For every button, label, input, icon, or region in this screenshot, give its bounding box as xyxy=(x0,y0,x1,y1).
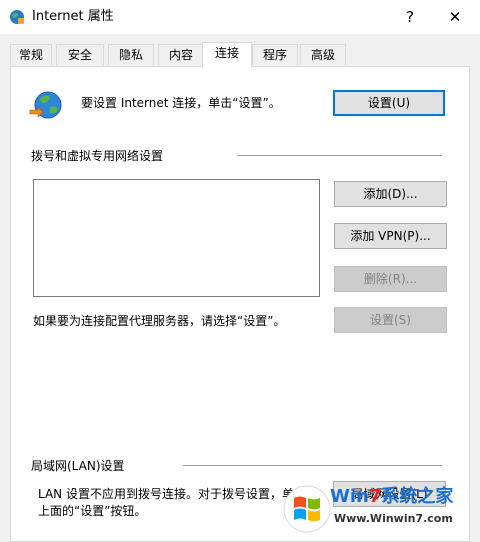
add-vpn-button[interactable]: 添加 VPN(P)... xyxy=(334,223,447,249)
tab-connections[interactable]: 连接 xyxy=(202,42,252,68)
tab-strip: 常规 安全 隐私 内容 连接 程序 高级 xyxy=(10,42,470,68)
internet-globe-icon xyxy=(29,91,62,119)
dialup-vpn-heading: 拨号和虚拟专用网络设置 xyxy=(31,149,164,163)
tab-advanced[interactable]: 高级 xyxy=(300,44,346,65)
connection-settings-button: 设置(S) xyxy=(334,307,447,333)
watermark-url: Www.Winwin7.com xyxy=(334,512,453,525)
help-button[interactable]: ? xyxy=(393,4,427,30)
tab-content[interactable]: 内容 xyxy=(158,44,204,65)
tab-privacy[interactable]: 隐私 xyxy=(108,44,154,65)
title-bar: Internet 属性 ? ✕ xyxy=(0,0,480,34)
watermark-brand-name: 系统之家 xyxy=(381,486,454,507)
connections-listbox[interactable] xyxy=(33,179,320,297)
lan-note-line2: 上面的“设置”按钮。 xyxy=(38,504,147,518)
lan-separator xyxy=(183,465,442,466)
close-button[interactable]: ✕ xyxy=(436,4,474,30)
remove-connection-button: 删除(R)... xyxy=(334,266,447,292)
tab-general[interactable]: 常规 xyxy=(10,44,52,65)
proxy-instruction-text: 如果要为连接配置代理服务器，请选择“设置”。 xyxy=(33,314,286,328)
tab-security[interactable]: 安全 xyxy=(56,44,104,65)
site-watermark: Win7系统之家 Www.Winwin7.com xyxy=(282,482,474,538)
lan-heading: 局域网(LAN)设置 xyxy=(31,459,125,473)
lan-note-line1: LAN 设置不应用到拨号连接。对于拨号设置，单击 xyxy=(38,487,306,501)
setup-button[interactable]: 设置(U) xyxy=(333,90,445,116)
setup-instruction-text: 要设置 Internet 连接，单击“设置”。 xyxy=(81,96,281,110)
windows-logo-icon xyxy=(283,485,331,533)
internet-options-icon xyxy=(10,10,24,24)
add-connection-button[interactable]: 添加(D)... xyxy=(334,181,447,207)
watermark-brand-number: 7 xyxy=(368,486,382,507)
dialup-separator xyxy=(237,155,442,156)
watermark-brand-win: Win xyxy=(330,486,369,507)
window-title: Internet 属性 xyxy=(32,9,114,24)
tab-programs[interactable]: 程序 xyxy=(252,44,298,65)
